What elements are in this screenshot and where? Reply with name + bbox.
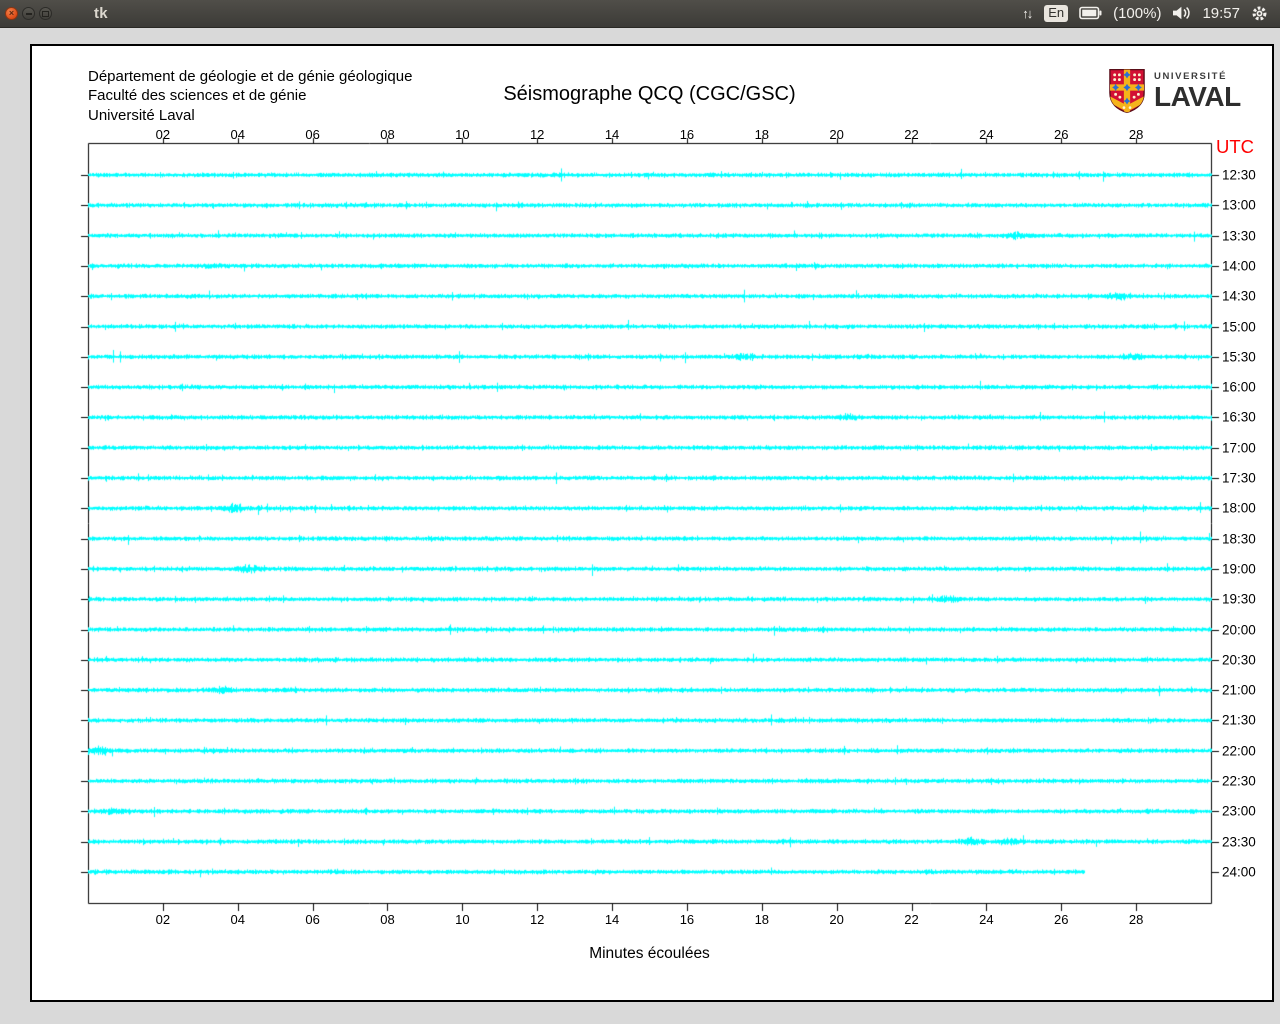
network-arrows-icon[interactable]: ↑↓: [1022, 6, 1033, 21]
window-title: tk: [94, 5, 108, 22]
titlebar: tk ↑↓ En (100%) 19:57: [0, 0, 1280, 28]
clock[interactable]: 19:57: [1202, 5, 1240, 22]
window-controls: [0, 7, 52, 20]
battery-icon[interactable]: [1079, 6, 1102, 20]
gear-icon[interactable]: [1251, 5, 1268, 22]
volume-icon[interactable]: [1172, 6, 1191, 20]
utc-axis-label: UTC: [1216, 136, 1255, 157]
system-tray: ↑↓ En (100%) 19:57: [1022, 4, 1280, 23]
seismogram-canvas: [32, 46, 1272, 1000]
battery-percent: (100%): [1113, 4, 1162, 22]
minimize-button[interactable]: [22, 7, 35, 20]
seismograph-window: Département de géologie et de génie géol…: [30, 44, 1274, 1002]
close-button[interactable]: [5, 7, 18, 20]
keyboard-layout-indicator[interactable]: En: [1044, 4, 1069, 23]
maximize-button[interactable]: [39, 7, 52, 20]
x-axis-title: Minutes écoulées: [589, 945, 710, 962]
